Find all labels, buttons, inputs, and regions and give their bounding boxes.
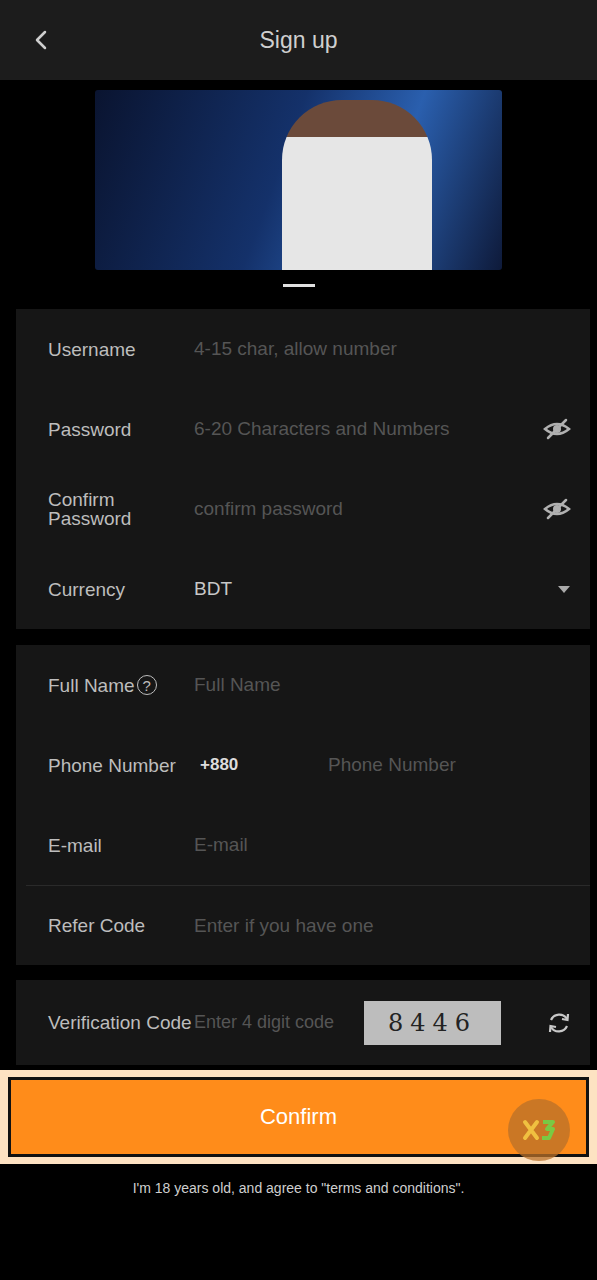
field-label: Confirm Password <box>48 490 194 528</box>
hidden-eye-icon[interactable] <box>542 417 572 441</box>
carousel-indicator <box>283 284 315 287</box>
header: Sign up <box>0 0 597 80</box>
form-row: CurrencyBDT <box>16 549 590 629</box>
account-group: Username Password Confirm Password Currency… <box>16 309 590 629</box>
form-row: Full Name? <box>16 645 590 725</box>
banner-figure <box>282 100 432 270</box>
help-icon[interactable]: ? <box>137 675 157 695</box>
form-row: Username <box>16 309 590 389</box>
confirm-button[interactable]: Confirm <box>8 1077 589 1157</box>
form-row: Confirm Password <box>16 469 590 549</box>
field-label: Refer Code <box>48 916 194 935</box>
promo-banner[interactable] <box>95 90 502 270</box>
text-input[interactable] <box>194 668 572 702</box>
form-row: Verification Code 8446 <box>16 980 590 1065</box>
confirm-highlight: Confirm <box>0 1070 597 1164</box>
text-input[interactable] <box>194 909 572 943</box>
verification-group: Verification Code 8446 <box>16 980 590 1065</box>
field-label: Full Name? <box>48 675 194 695</box>
signup-page: Sign up Username Password Confirm Password C… <box>0 0 597 1280</box>
field-label: Currency <box>48 580 194 599</box>
refresh-icon[interactable] <box>546 1010 572 1036</box>
dropdown-caret-icon[interactable] <box>556 584 572 594</box>
field-label: Username <box>48 340 194 359</box>
verification-input[interactable] <box>194 1006 364 1039</box>
back-arrow-icon[interactable] <box>30 28 54 52</box>
hidden-eye-icon[interactable] <box>542 497 572 521</box>
field-label: E-mail <box>48 836 194 855</box>
terms-text[interactable]: I'm 18 years old, and agree to "terms an… <box>0 1180 597 1196</box>
form-row: E-mail <box>16 805 590 885</box>
text-input[interactable] <box>194 828 572 862</box>
form-row: Password <box>16 389 590 469</box>
form-row: Refer Code <box>26 885 590 965</box>
currency-select[interactable]: BDT <box>194 578 548 600</box>
field-label: Password <box>48 420 194 439</box>
floating-logo-icon[interactable] <box>507 1098 571 1162</box>
page-title: Sign up <box>0 27 597 54</box>
captcha-image: 8446 <box>364 1001 501 1045</box>
text-input[interactable] <box>194 412 534 446</box>
phone-prefix: +880 <box>194 755 328 775</box>
text-input[interactable] <box>328 748 572 782</box>
profile-group: Full Name? Phone Number+880 E-mail Refer Co… <box>16 645 590 965</box>
field-label: Phone Number <box>48 756 194 775</box>
text-input[interactable] <box>194 492 534 526</box>
field-label: Verification Code <box>48 1013 194 1032</box>
form-row: Phone Number+880 <box>16 725 590 805</box>
text-input[interactable] <box>194 332 572 366</box>
